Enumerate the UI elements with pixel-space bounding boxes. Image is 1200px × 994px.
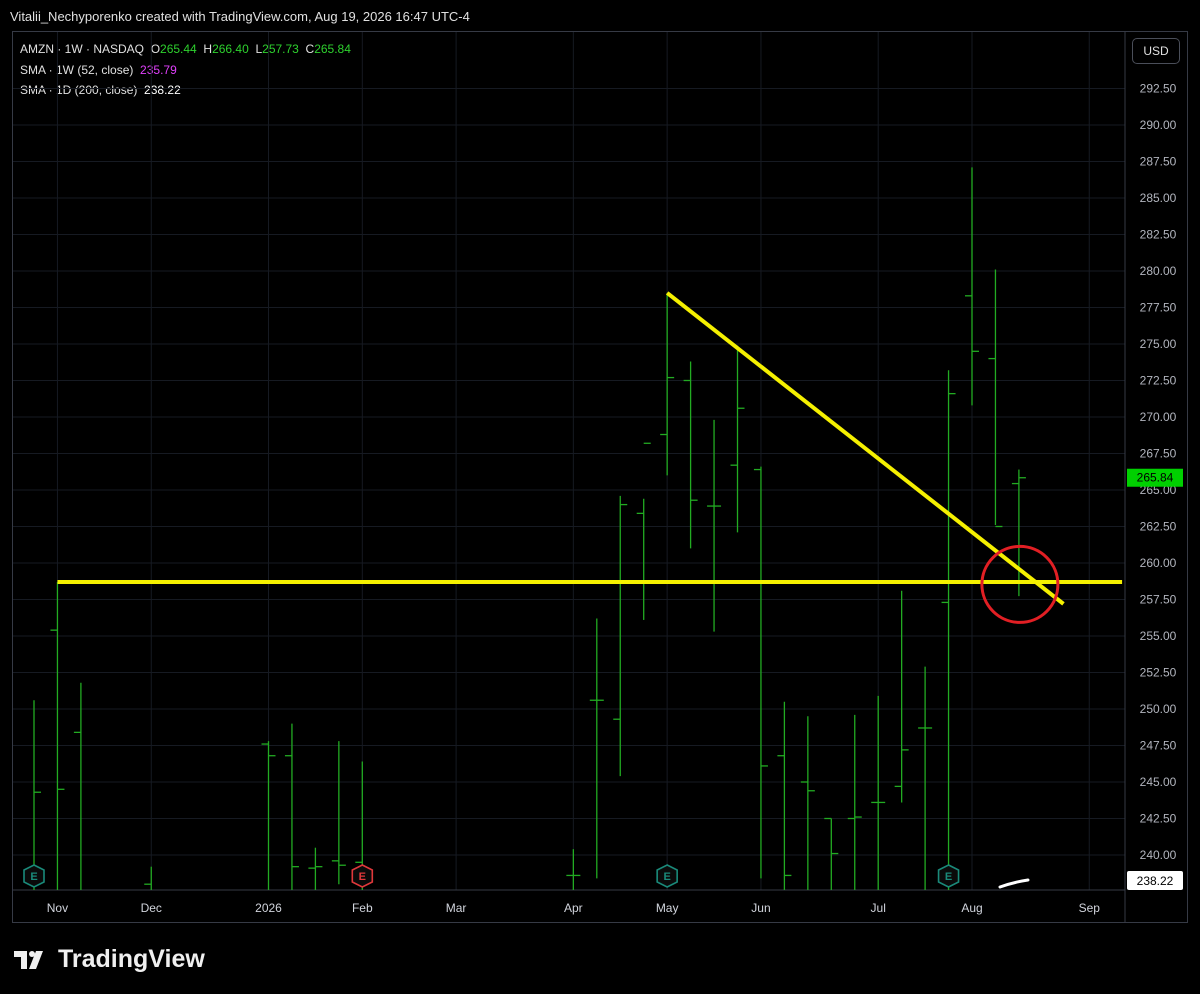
sma2-legend[interactable]: SMA · 1D (200, close) 238.22 — [20, 83, 181, 97]
open-label: O — [150, 42, 161, 56]
tradingview-logo[interactable]: TradingView — [12, 945, 205, 974]
sma2-label: SMA · 1D (200, close) — [20, 83, 138, 97]
chart-attribution: Vitalii_Nechyporenko created with Tradin… — [10, 9, 470, 24]
close-label: C — [305, 42, 315, 56]
chart-frame[interactable] — [12, 31, 1188, 923]
low-value: 257.73 — [262, 42, 299, 56]
sma1-label: SMA · 1W (52, close) — [20, 63, 134, 77]
currency-button[interactable]: USD — [1132, 38, 1180, 64]
sma2-value: 238.22 — [144, 83, 181, 97]
high-label: H — [203, 42, 213, 56]
high-value: 266.40 — [212, 42, 249, 56]
close-value: 265.84 — [314, 42, 351, 56]
open-value: 265.44 — [160, 42, 197, 56]
symbol-legend[interactable]: AMZN · 1W · NASDAQ O265.44 H266.40 L257.… — [20, 42, 351, 56]
brand-name: TradingView — [58, 945, 205, 973]
symbol-label: AMZN · 1W · NASDAQ — [20, 42, 145, 56]
sma1-legend[interactable]: SMA · 1W (52, close) 235.79 — [20, 63, 177, 77]
sma1-value: 235.79 — [140, 63, 177, 77]
tradingview-logo-icon — [14, 950, 43, 969]
